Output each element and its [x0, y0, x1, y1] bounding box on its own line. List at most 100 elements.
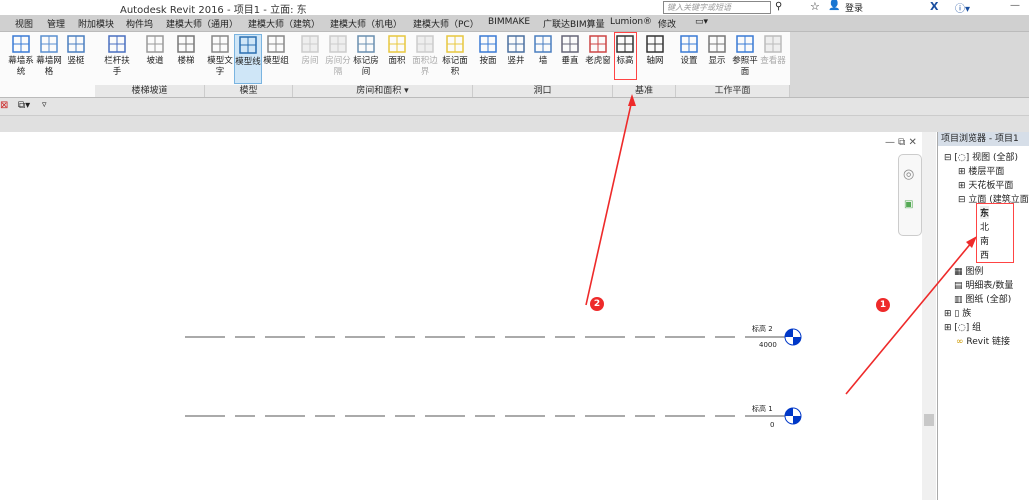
ribbon-button[interactable]: 房间分隔: [324, 34, 352, 78]
close-hidden-icon[interactable]: ⊠: [0, 100, 8, 111]
tool-icon: [560, 34, 580, 54]
ribbon-button[interactable]: 显示: [703, 34, 731, 67]
ribbon-button[interactable]: 面积边界: [411, 34, 439, 78]
tool-icon: [11, 34, 31, 54]
ribbon-button[interactable]: 模型文字: [206, 34, 234, 78]
options-bar: [0, 115, 1029, 132]
tab-lumion[interactable]: Lumion®: [610, 17, 652, 27]
tab-bm-general[interactable]: 建模大师（通用）: [166, 17, 238, 30]
tab-manage[interactable]: 管理: [47, 17, 65, 30]
ribbon-button-label: 房间分隔: [325, 56, 351, 77]
ribbon-button[interactable]: 坡道: [141, 34, 169, 67]
switch-windows-icon[interactable]: ⧉▾: [18, 100, 30, 111]
ribbon-panel-label[interactable]: 楼梯坡道: [95, 85, 205, 97]
tree-label: 组: [972, 323, 982, 333]
ribbon-button[interactable]: 老虎窗: [584, 34, 612, 67]
ribbon-button[interactable]: 竖梃: [62, 34, 90, 67]
ribbon-button-label: 模型文字: [207, 56, 233, 77]
tree-label: 族: [962, 309, 972, 319]
ribbon-panel-label[interactable]: 模型: [205, 85, 293, 97]
ribbon-panel-label[interactable]: 基准: [613, 85, 676, 97]
ribbon-button[interactable]: 面积: [383, 34, 411, 67]
ribbon-button-label: 面积: [388, 56, 406, 66]
ribbon-panel-label[interactable]: 房间和面积 ▾: [293, 85, 473, 97]
ribbon-empty-area: [790, 32, 1029, 97]
ribbon-panel-label[interactable]: 工作平面: [676, 85, 790, 97]
ribbon-button-label: 面积边界: [412, 56, 438, 77]
tool-icon: [176, 34, 196, 54]
tab-glodon[interactable]: 广联达BIM算量: [543, 17, 605, 30]
ribbon-panel-label[interactable]: 洞口: [473, 85, 613, 97]
ribbon-button-label: 模型线: [235, 57, 261, 67]
tree-sheets[interactable]: ▥ 图纸 (全部): [954, 292, 1011, 305]
star-icon[interactable]: ☆: [810, 0, 820, 13]
tool-icon: [588, 34, 608, 54]
tool-icon: [39, 34, 59, 54]
ribbon-button[interactable]: 模型线: [234, 34, 262, 84]
vertical-scrollbar[interactable]: [922, 132, 936, 500]
tab-view[interactable]: 视图: [15, 17, 33, 30]
level-lines: [185, 328, 802, 425]
tree-floor-plans[interactable]: ⊞ 楼层平面: [958, 164, 1004, 177]
user-icon[interactable]: 👤: [828, 0, 840, 11]
tree-label: Revit 链接: [966, 337, 1010, 347]
ribbon-button[interactable]: 按面: [474, 34, 502, 67]
minimize-button[interactable]: —: [1010, 0, 1020, 11]
ribbon-button[interactable]: 垂直: [556, 34, 584, 67]
ribbon-button[interactable]: 幕墙系统: [7, 34, 35, 78]
tab-addins[interactable]: 附加模块: [78, 17, 114, 30]
drawing-canvas[interactable]: — ⧉ ✕ ◎ ▣ 标高 2 4000 标高 1 0 2 1: [0, 132, 937, 500]
tree-families[interactable]: ⊞ ▯ 族: [944, 306, 971, 319]
help-icon[interactable]: ⓘ▾: [955, 0, 970, 15]
tool-icon: [679, 34, 699, 54]
tool-icon: [145, 34, 165, 54]
tree-groups[interactable]: ⊞ [◌] 组: [944, 320, 981, 333]
exchange-icon[interactable]: X: [930, 0, 938, 13]
tool-icon: [533, 34, 553, 54]
ribbon-button-label: 参照平面: [732, 56, 758, 77]
ribbon-button[interactable]: 参照平面: [731, 34, 759, 78]
panel-toggle-button[interactable]: ▭▾: [695, 17, 708, 27]
ribbon-button[interactable]: 幕墙网格: [35, 34, 63, 78]
tree-schedules[interactable]: ▤ 明细表/数量: [954, 278, 1013, 291]
login-link[interactable]: 登录: [845, 1, 863, 14]
level-name[interactable]: 标高 1: [752, 404, 773, 414]
window-title: Autodesk Revit 2016 - 项目1 - 立面: 东: [120, 5, 307, 16]
level-elevation[interactable]: 0: [770, 421, 774, 429]
tab-bm-pc[interactable]: 建模大师（PC）: [413, 17, 479, 30]
ribbon-button[interactable]: 查看器: [759, 34, 787, 67]
ribbon-button-label: 幕墙网格: [36, 56, 62, 77]
annotation-badge-1: 1: [876, 298, 890, 312]
tab-component-dock[interactable]: 构件坞: [126, 17, 153, 30]
ribbon-button[interactable]: 楼梯: [172, 34, 200, 67]
tool-icon: [210, 34, 230, 54]
tab-bimmake[interactable]: BIMMAKE: [488, 17, 530, 27]
ribbon-button-label: 设置: [680, 56, 698, 66]
tab-bm-arch[interactable]: 建模大师（建筑）: [248, 17, 320, 30]
ribbon-button[interactable]: 标记房间: [352, 34, 380, 78]
tree-views[interactable]: ⊟ [◌] 视图 (全部): [944, 150, 1018, 163]
tree-legends[interactable]: ▦ 图例: [954, 264, 983, 277]
customize-icon[interactable]: ▿: [42, 100, 47, 110]
tree-ceiling-plans[interactable]: ⊞ 天花板平面: [958, 178, 1013, 191]
tree-revit-links[interactable]: ∞ Revit 链接: [956, 334, 1010, 347]
ribbon-button[interactable]: 墙: [529, 34, 557, 67]
level-elevation[interactable]: 4000: [759, 341, 777, 349]
search-input[interactable]: 键入关键字或短语: [663, 1, 771, 14]
ribbon-button[interactable]: 栏杆扶手: [103, 34, 131, 78]
tool-icon: [645, 34, 665, 54]
ribbon-button[interactable]: 轴网: [641, 34, 669, 67]
scrollbar-thumb[interactable]: [924, 414, 934, 426]
binoculars-icon[interactable]: ⚲: [775, 1, 782, 12]
ribbon-button[interactable]: 标记面积: [441, 34, 469, 78]
ribbon-button-label: 查看器: [760, 56, 786, 66]
menu-bar: 视图 管理 附加模块 构件坞 建模大师（通用） 建模大师（建筑） 建模大师（机电…: [0, 15, 1029, 32]
ribbon-button[interactable]: 设置: [675, 34, 703, 67]
tab-modify[interactable]: 修改: [658, 17, 676, 30]
ribbon-button-label: 垂直: [561, 56, 579, 66]
tab-bm-mep[interactable]: 建模大师（机电）: [330, 17, 402, 30]
level-name[interactable]: 标高 2: [752, 324, 773, 334]
ribbon-button[interactable]: 房间: [296, 34, 324, 67]
ribbon-button[interactable]: 竖井: [502, 34, 530, 67]
ribbon-button[interactable]: 模型组: [262, 34, 290, 67]
